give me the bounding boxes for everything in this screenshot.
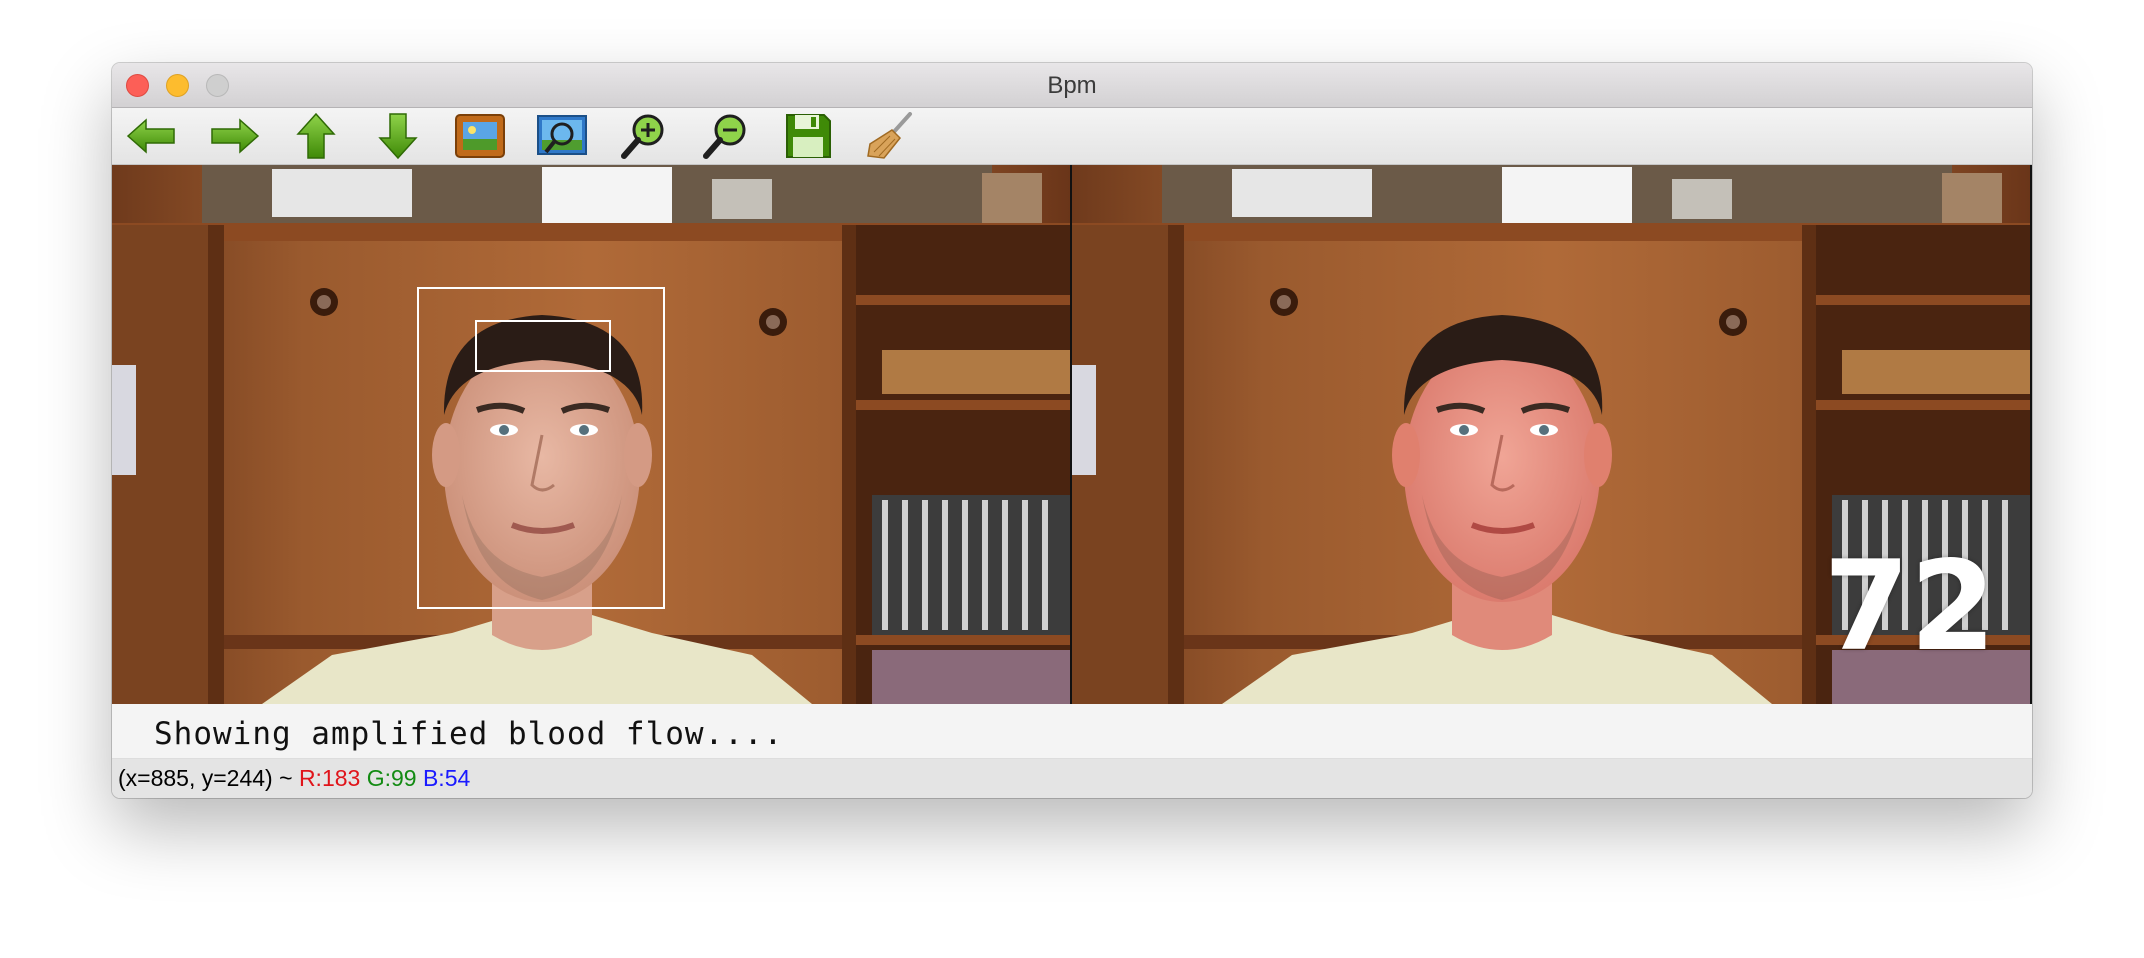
image-button[interactable] — [452, 112, 508, 160]
image-icon — [455, 114, 505, 158]
down-button[interactable] — [370, 112, 426, 160]
zoom-in-icon — [621, 114, 664, 159]
zoom-out-button[interactable] — [698, 112, 754, 160]
arrow-down-icon — [378, 113, 418, 160]
pixel-info-bar: (x=885, y=244) ~ R:183 G:99 B:54 — [112, 759, 2032, 798]
arrow-left-icon — [126, 118, 175, 154]
forward-button[interactable] — [206, 112, 262, 160]
pixel-red-value: R:183 — [298, 765, 361, 791]
caption-text: Showing amplified blood flow.... — [154, 716, 784, 752]
broom-icon — [867, 112, 912, 159]
save-button[interactable] — [780, 112, 836, 160]
original-video-panel[interactable] — [112, 165, 1070, 704]
zoom-image-icon — [537, 115, 587, 155]
amplified-video-panel[interactable]: 72 — [1072, 165, 2030, 704]
clear-button[interactable] — [862, 112, 918, 160]
arrow-right-icon — [211, 118, 260, 154]
pixel-green-value: G:99 — [366, 765, 417, 791]
original-frame-image — [112, 165, 1070, 704]
zoom-image-button[interactable] — [534, 112, 590, 160]
floppy-disk-icon — [786, 114, 831, 158]
title-bar[interactable]: Bpm — [112, 63, 2032, 108]
image-panels: 72 — [112, 165, 2032, 704]
toolbar — [112, 108, 2032, 165]
pixel-coordinates: (x=885, y=244) ~ — [118, 765, 299, 791]
back-button[interactable] — [124, 112, 180, 160]
pixel-blue-value: B:54 — [422, 765, 471, 791]
status-caption: Showing amplified blood flow.... — [112, 704, 2032, 759]
app-window: Bpm 72 Showing amplified blood flow.... … — [112, 63, 2032, 798]
arrow-up-icon — [296, 112, 336, 159]
bpm-readout: 72 — [1823, 535, 1996, 679]
zoom-out-icon — [703, 114, 746, 159]
zoom-in-button[interactable] — [616, 112, 672, 160]
window-title: Bpm — [1047, 72, 1097, 99]
up-button[interactable] — [288, 112, 344, 160]
